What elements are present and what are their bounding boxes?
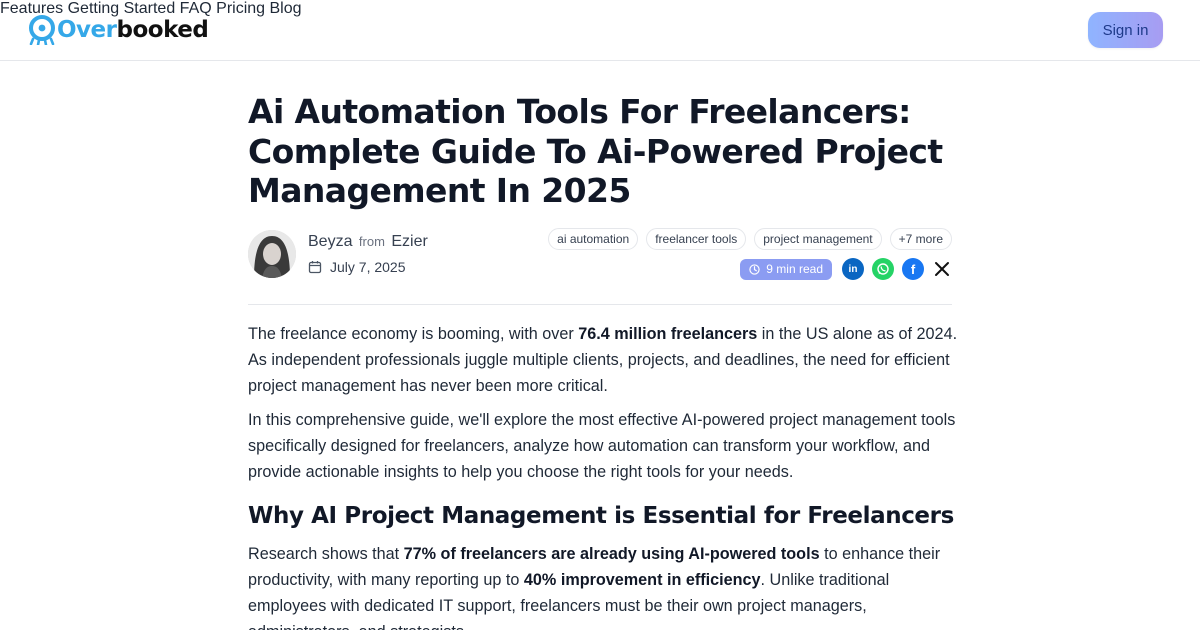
author-org[interactable]: Ezier [391, 233, 427, 250]
p3-bold-2: 40% improvement in efficiency [523, 571, 761, 589]
logo-mascot-icon [29, 15, 55, 45]
p1-bold-1: 76.4 million freelancers [578, 325, 758, 343]
section-heading: Why AI Project Management is Essential f… [248, 503, 954, 529]
author-from: from [358, 234, 385, 249]
tag-ai-automation[interactable]: ai automation [548, 228, 639, 250]
linkedin-icon[interactable]: in [842, 258, 864, 280]
paragraph-intro: The freelance economy is booming, with o… [248, 321, 958, 399]
logo-wordmark-part2: booked [116, 17, 209, 43]
logo-wordmark-part1: Over [57, 17, 117, 43]
logo-wordmark: Overbooked [57, 14, 209, 46]
paragraph-research: Research shows that 77% of freelancers a… [248, 541, 958, 630]
p1-text-1: The freelance economy is booming, with o… [248, 325, 579, 343]
author-avatar [248, 230, 296, 278]
calendar-icon [308, 261, 322, 274]
author-name[interactable]: Beyza [308, 233, 352, 250]
tag-freelancer-tools[interactable]: freelancer tools [646, 228, 747, 250]
paragraph-guide: In this comprehensive guide, we'll explo… [248, 411, 956, 481]
publish-date-text: July 7, 2025 [330, 259, 406, 275]
article-title: Ai Automation Tools For Freelancers: Com… [248, 92, 943, 210]
publish-date: July 7, 2025 [308, 259, 406, 275]
tag-project-management[interactable]: project management [754, 228, 882, 250]
p3-bold-1: 77% of freelancers are already using AI-… [403, 545, 820, 563]
divider [248, 304, 952, 305]
tag-more[interactable]: +7 more [889, 228, 952, 250]
logo[interactable]: Overbooked [28, 14, 209, 46]
nav-pricing[interactable]: Pricing [216, 0, 265, 17]
nav-blog[interactable]: Blog [270, 0, 302, 17]
site-header: Overbooked Features Getting Started FAQ … [0, 0, 1200, 61]
meta-row: 9 min read in f [740, 258, 952, 280]
p3-text-1: Research shows that [248, 545, 404, 563]
tag-list: ai automation freelancer tools project m… [548, 228, 952, 250]
author-line: Beyza from Ezier [308, 233, 428, 251]
sign-in-button[interactable]: Sign in [1088, 12, 1163, 48]
read-time-badge: 9 min read [740, 258, 832, 280]
facebook-icon[interactable]: f [902, 258, 924, 280]
article-body: The freelance economy is booming, with o… [248, 321, 958, 630]
clock-icon [749, 263, 760, 275]
x-icon[interactable] [932, 258, 952, 280]
whatsapp-icon[interactable] [872, 258, 894, 280]
read-time-text: 9 min read [766, 262, 823, 276]
